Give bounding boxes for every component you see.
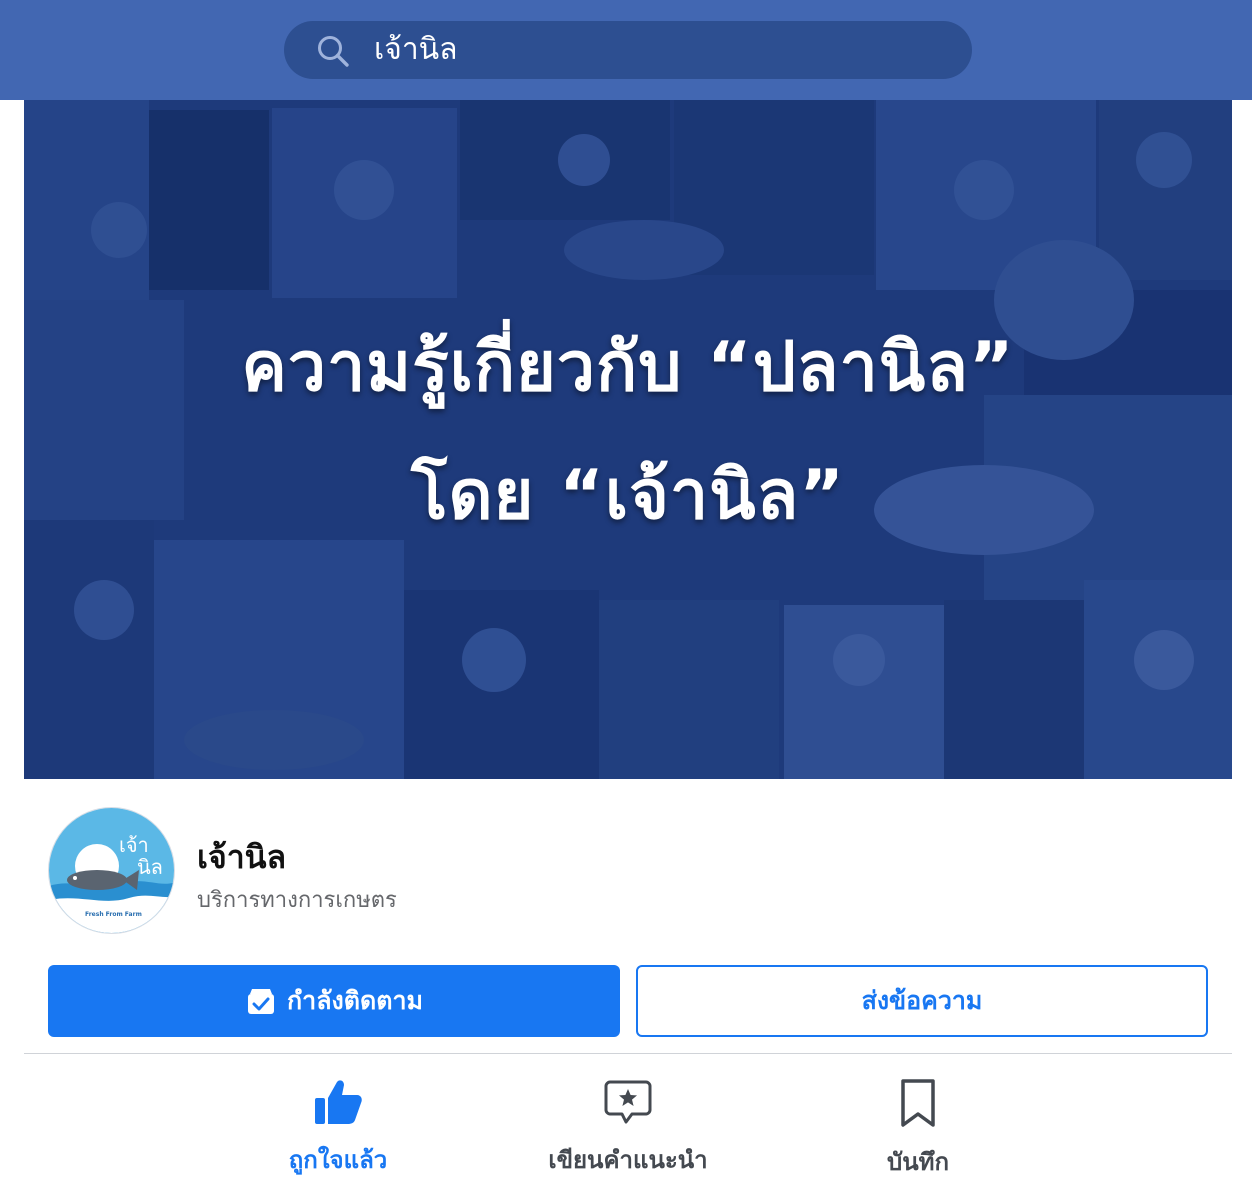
send-message-button[interactable]: ส่งข้อความ xyxy=(636,965,1208,1037)
bookmark-icon xyxy=(901,1079,935,1127)
page-category: บริการทางการเกษตร xyxy=(197,888,397,913)
divider xyxy=(24,1053,1232,1054)
page-logo-image: เจ้า นิล Fresh From Farm xyxy=(49,808,174,933)
cover-title-line-1: ความรู้เกี่ยวกับ “ปลานิล” xyxy=(241,328,1015,407)
cover-photo[interactable]: ความรู้เกี่ยวกับ “ปลานิล” โดย “เจ้านิล” xyxy=(24,100,1232,779)
save-label: บันทึก xyxy=(887,1148,949,1176)
search-query[interactable]: เจ้านิล xyxy=(374,21,458,79)
logo-tagline: Fresh From Farm xyxy=(85,911,142,918)
write-recommendation-label: เขียนคำแนะนำ xyxy=(548,1146,708,1174)
page-avatar[interactable]: เจ้า นิล Fresh From Farm xyxy=(48,807,175,934)
thumbs-up-icon xyxy=(315,1080,362,1124)
page-name[interactable]: เจ้านิล xyxy=(197,832,286,883)
logo-text-top: เจ้า xyxy=(119,833,149,857)
logo-text-bottom: นิล xyxy=(137,855,163,879)
cover-title-line-2: โดย “เจ้านิล” xyxy=(410,456,845,535)
write-recommendation-action[interactable]: เขียนคำแนะนำ xyxy=(498,1078,758,1188)
send-message-label: ส่งข้อความ xyxy=(861,986,983,1015)
top-bar: เจ้านิล xyxy=(0,0,1252,100)
following-check-icon xyxy=(248,989,275,1014)
save-action[interactable]: บันทึก xyxy=(788,1078,1048,1188)
following-button-label: กำลังติดตาม xyxy=(287,986,423,1015)
liked-action[interactable]: ถูกใจแล้ว xyxy=(208,1078,468,1188)
search-icon xyxy=(318,36,349,67)
liked-label: ถูกใจแล้ว xyxy=(288,1146,388,1174)
review-star-icon xyxy=(604,1080,652,1124)
following-button[interactable]: กำลังติดตาม xyxy=(48,965,620,1037)
search-box[interactable]: เจ้านิล xyxy=(284,21,972,79)
